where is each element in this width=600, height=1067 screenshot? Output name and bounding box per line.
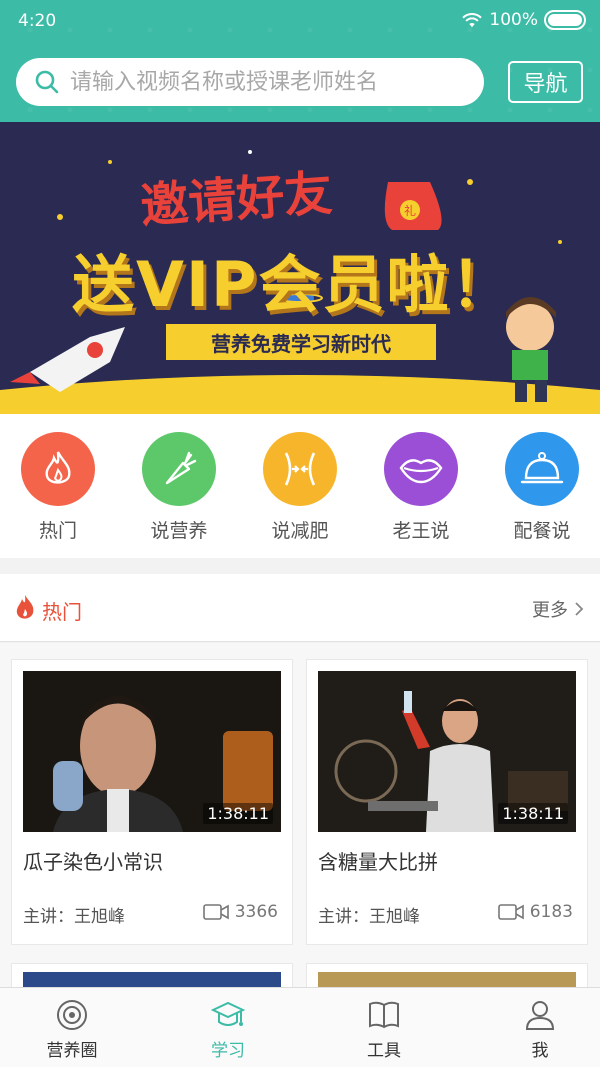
tab-nutrition-circle[interactable]: 营养圈 [22,998,122,1061]
hot-section-title: 热门 [42,600,82,624]
circle-target-icon [57,1000,87,1030]
tab-label: 学习 [211,1041,245,1061]
video-lecturer: 主讲：王旭峰 [23,907,125,927]
banner-line1: 邀请好友 [138,165,335,235]
battery-icon [544,10,586,30]
navigation-button[interactable]: 导航 [508,61,583,103]
category-label: 说减肥 [271,520,329,542]
video-duration: 1:38:11 [203,803,273,824]
video-card[interactable]: 1:38:11 含糖量大比拼 主讲：王旭峰 6183 [306,659,588,945]
video-views: 3366 [202,902,278,922]
hot-section-header: 热门 更多 [0,574,600,642]
video-card[interactable]: 1:38:11 瓜子染色小常识 主讲：王旭峰 3366 [11,659,293,945]
category-grid: 热门 说营养 说减肥 老王说 配餐说 [0,414,600,558]
category-label: 热门 [38,520,77,542]
status-time: 4:20 [18,11,57,31]
category-catering[interactable]: 配餐说 [497,432,587,543]
status-indicators: 100% [461,10,586,30]
lips-icon [384,432,458,506]
more-link[interactable]: 更多 [532,596,584,622]
video-thumbnail: 1:38:11 [23,671,281,832]
tab-study[interactable]: 学习 [178,998,278,1061]
video-card-partial[interactable] [11,963,293,988]
tab-label: 工具 [367,1041,401,1061]
video-thumbnail [318,972,576,987]
flame-icon [16,595,34,619]
category-label: 老王说 [392,520,450,542]
chevron-right-icon [575,602,584,616]
gift-bag-mark: 礼 [404,203,416,218]
video-camera-icon [497,904,524,920]
tab-label: 我 [531,1041,549,1061]
tab-tools[interactable]: 工具 [334,998,434,1061]
video-camera-icon [202,904,229,920]
category-weight-loss[interactable]: 说减肥 [255,432,345,543]
promo-banner[interactable]: 礼 邀请好友 送VIP会员啦！ 营养免费学习新时代 [0,122,600,414]
views-count: 3366 [234,902,278,922]
category-hot[interactable]: 热门 [13,432,103,543]
category-label: 配餐说 [513,520,571,542]
cloche-icon [505,432,579,506]
category-laowang[interactable]: 老王说 [376,432,466,543]
carrot-icon [142,432,216,506]
tab-me[interactable]: 我 [490,998,590,1061]
video-views: 6183 [497,902,573,922]
video-list: 1:38:11 瓜子染色小常识 主讲：王旭峰 3366 1:38:11 含糖量大… [0,643,600,988]
more-label: 更多 [532,600,568,621]
category-label: 说营养 [150,520,208,542]
banner-ribbon: 营养免费学习新时代 [166,324,436,360]
tab-label: 营养圈 [46,1041,98,1061]
video-thumbnail [23,972,281,987]
search-bar[interactable] [16,58,484,106]
wifi-icon [462,13,483,28]
category-nutrition[interactable]: 说营养 [134,432,224,543]
flame-icon [21,432,95,506]
graduation-cap-icon [211,1001,245,1026]
battery-percent: 100% [489,10,538,30]
book-icon [369,1001,399,1029]
search-input[interactable] [70,69,460,95]
banner-line2: 送VIP会员啦！ [72,248,515,321]
status-bar: 4:20 100% [0,0,600,44]
views-count: 6183 [529,902,573,922]
bottom-tab-bar: 营养圈 学习 工具 我 [0,987,600,1067]
video-card-partial[interactable] [306,963,588,988]
app-header: 4:20 100% 导航 [0,0,600,122]
video-title: 瓜子染色小常识 [23,850,163,874]
waist-icon [263,432,337,506]
video-thumbnail: 1:38:11 [318,671,576,832]
video-lecturer: 主讲：王旭峰 [318,907,420,927]
video-title: 含糖量大比拼 [318,850,438,874]
search-icon [35,70,59,94]
video-duration: 1:38:11 [498,803,568,824]
person-icon [525,1001,555,1030]
